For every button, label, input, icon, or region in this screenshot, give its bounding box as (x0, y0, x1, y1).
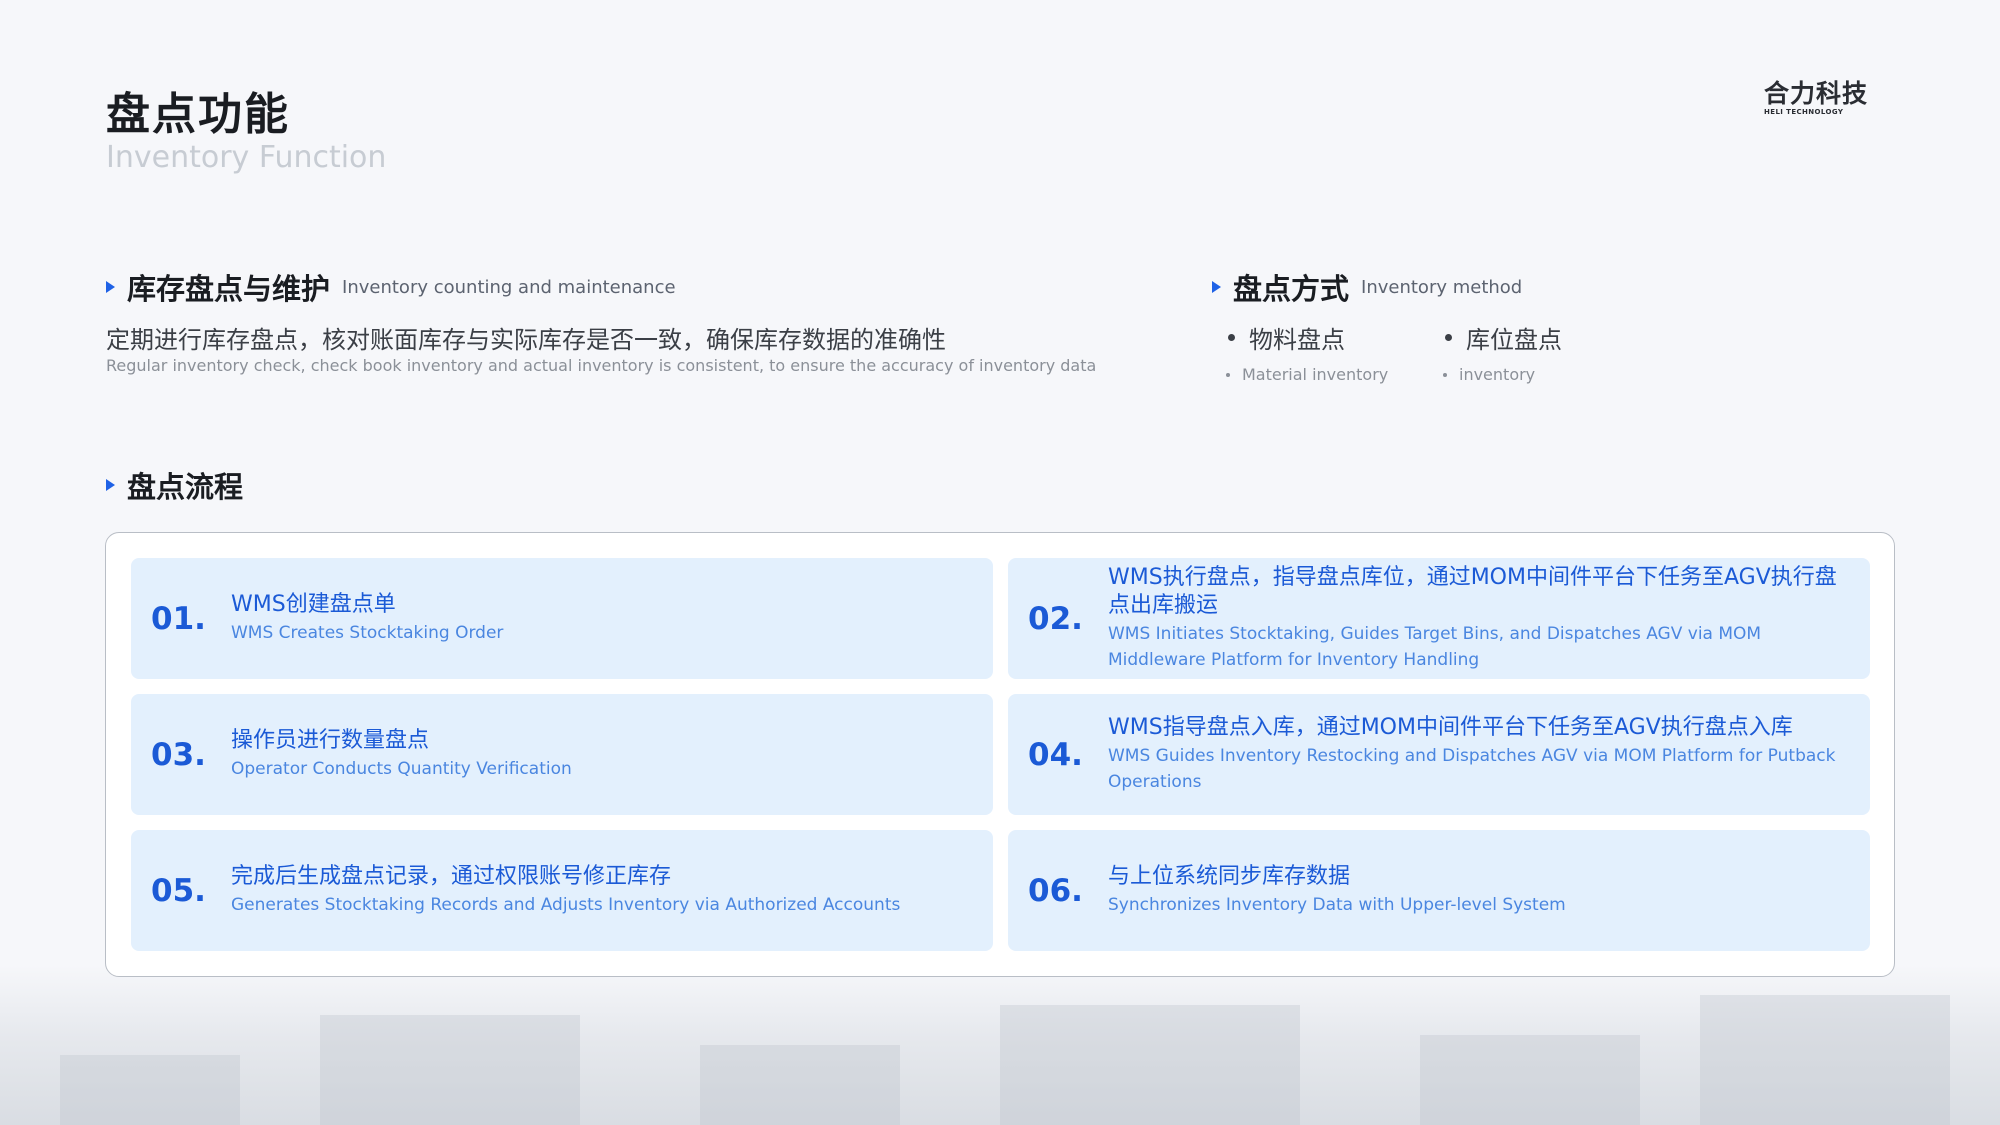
section-method-header: 盘点方式 Inventory method (1212, 266, 1522, 308)
step-title-en: WMS Initiates Stocktaking, Guides Target… (1108, 624, 1762, 670)
step-number: 02. (1028, 600, 1083, 637)
company-logo: 合力科技 HELI TECHNOLOGY (1764, 80, 1894, 120)
triangle-bullet-icon (1212, 281, 1221, 293)
counting-description-en: Regular inventory check, check book inve… (106, 356, 1097, 375)
counting-description-cn: 定期进行库存盘点，核对账面库存与实际库存是否一致，确保库存数据的准确性 (106, 326, 946, 354)
step-title-cn: WMS指导盘点入库，通过MOM中间件平台下任务至AGV执行盘点入库 (1108, 715, 1793, 740)
logo-en: HELI TECHNOLOGY (1764, 108, 1844, 116)
flow-panel: 01. WMS创建盘点单 WMS Creates Stocktaking Ord… (105, 532, 1895, 977)
flow-step: 04. WMS指导盘点入库，通过MOM中间件平台下任务至AGV执行盘点入库 WM… (1008, 694, 1870, 815)
step-number: 04. (1028, 736, 1083, 773)
step-title-cn: 操作员进行数量盘点 (231, 728, 430, 753)
section-method-title: 盘点方式 (1233, 272, 1350, 306)
method-item-label-cn: 库位盘点 (1443, 320, 1562, 355)
method-item-label-cn: 物料盘点 (1226, 320, 1388, 355)
triangle-bullet-icon (106, 479, 115, 491)
section-flow-header: 盘点流程 (106, 464, 243, 506)
method-item-material: 物料盘点 Material inventory (1226, 320, 1388, 384)
method-item-label-en: Material inventory (1226, 365, 1388, 384)
step-title-en: WMS Guides Inventory Restocking and Disp… (1108, 746, 1836, 792)
flow-step: 02. WMS执行盘点，指导盘点库位，通过MOM中间件平台下任务至AGV执行盘点… (1008, 558, 1870, 679)
logo-cn: 合力科技 (1764, 79, 1869, 108)
step-title-cn: 完成后生成盘点记录，通过权限账号修正库存 (231, 864, 672, 889)
method-item-label-en: inventory (1443, 365, 1562, 384)
step-title-en: WMS Creates Stocktaking Order (231, 623, 504, 643)
step-number: 01. (151, 600, 206, 637)
section-counting-header: 库存盘点与维护 Inventory counting and maintenan… (106, 266, 676, 308)
step-title-cn: WMS创建盘点单 (231, 592, 396, 617)
page-title: 盘点功能 (106, 89, 290, 140)
step-number: 03. (151, 736, 206, 773)
background-photo (0, 965, 2000, 1125)
step-title-cn: 与上位系统同步库存数据 (1108, 864, 1351, 889)
step-title-en: Generates Stocktaking Records and Adjust… (231, 895, 901, 915)
page-subtitle: Inventory Function (106, 140, 387, 175)
flow-step: 03. 操作员进行数量盘点 Operator Conducts Quantity… (131, 694, 993, 815)
step-title-en: Synchronizes Inventory Data with Upper-l… (1108, 895, 1566, 915)
method-item-location: 库位盘点 inventory (1443, 320, 1562, 384)
flow-step: 06. 与上位系统同步库存数据 Synchronizes Inventory D… (1008, 830, 1870, 951)
step-title-en: Operator Conducts Quantity Verification (231, 759, 572, 779)
flow-step: 05. 完成后生成盘点记录，通过权限账号修正库存 Generates Stock… (131, 830, 993, 951)
step-number: 05. (151, 872, 206, 909)
section-counting-title: 库存盘点与维护 (127, 272, 331, 306)
triangle-bullet-icon (106, 281, 115, 293)
step-title-cn: WMS执行盘点，指导盘点库位，通过MOM中间件平台下任务至AGV执行盘点出库搬运 (1108, 565, 1837, 618)
step-number: 06. (1028, 872, 1083, 909)
section-flow-title: 盘点流程 (127, 470, 244, 504)
flow-step: 01. WMS创建盘点单 WMS Creates Stocktaking Ord… (131, 558, 993, 679)
section-method-subtitle: Inventory method (1361, 276, 1523, 298)
section-counting-subtitle: Inventory counting and maintenance (342, 276, 676, 298)
